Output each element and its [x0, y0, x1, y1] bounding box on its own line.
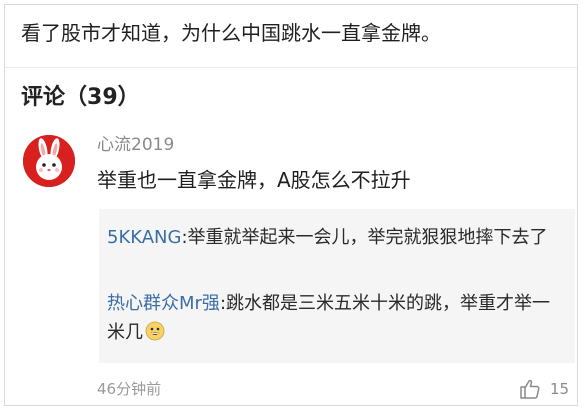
reply-author[interactable]: 5KKANG: [107, 227, 181, 248]
comments-count: （39）: [65, 85, 140, 110]
like-button[interactable]: 15: [519, 377, 569, 401]
like-count: 15: [550, 380, 570, 398]
replies-box[interactable]: 5KKANG:举重就举起来一会儿，举完就狠狠地摔下去了 热心群众Mr强:跳水都是…: [99, 209, 575, 363]
post-title: 看了股市才知道，为什么中国跳水一直拿金牌。: [21, 21, 441, 45]
comments-header: 评论（39）: [21, 83, 140, 113]
comment-username[interactable]: 心流2019: [97, 133, 174, 157]
comment-text: 举重也一直拿金牌，A股怎么不拉升: [97, 168, 411, 192]
grinning-emoji-icon: [145, 321, 165, 341]
reply-item[interactable]: 5KKANG:举重就举起来一会儿，举完就狠狠地摔下去了: [107, 223, 559, 252]
rabbit-avatar-icon[interactable]: [23, 135, 75, 187]
screenshot-frame: 看了股市才知道，为什么中国跳水一直拿金牌。 评论（39） 心流2019 举重也一…: [4, 4, 578, 406]
comment-timestamp: 46分钟前: [97, 380, 162, 398]
reply-item[interactable]: 热心群众Mr强:跳水都是三米五米十米的跳，举重才举一米几: [107, 289, 559, 347]
reply-author[interactable]: 热心群众Mr强: [107, 293, 220, 314]
thumbs-up-icon[interactable]: [519, 378, 541, 400]
section-divider: [5, 67, 577, 68]
reply-text: :举重就举起来一会儿，举完就狠狠地摔下去了: [181, 227, 548, 248]
comments-label: 评论: [21, 85, 66, 110]
